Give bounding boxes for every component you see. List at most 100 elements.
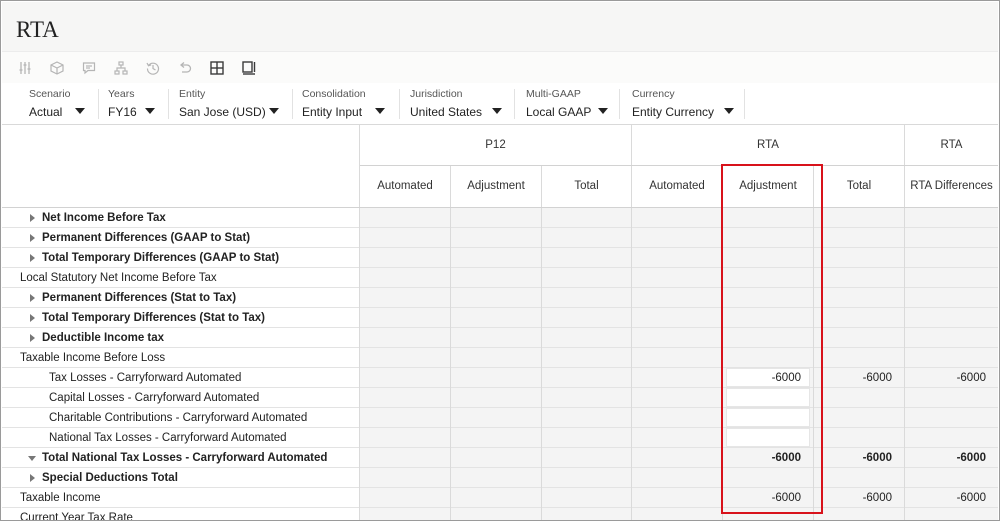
expand-icon[interactable] [30,254,35,262]
data-cell[interactable] [723,508,813,520]
pov-years[interactable]: Years FY16 [108,88,168,122]
data-cell[interactable]: -6000 [905,448,998,468]
expand-icon[interactable] [30,474,35,482]
data-cell[interactable]: -6000 [723,448,813,468]
collapse-icon[interactable] [28,456,36,461]
data-cell[interactable] [451,488,541,508]
data-cell[interactable] [814,308,904,328]
data-cell[interactable] [360,348,450,368]
data-cell[interactable] [723,288,813,308]
data-cell[interactable] [723,268,813,288]
data-cell[interactable] [632,448,722,468]
data-cell[interactable] [542,368,631,388]
data-cell[interactable] [723,408,813,428]
data-cell[interactable] [905,228,998,248]
data-cell[interactable] [360,448,450,468]
data-cell[interactable] [451,248,541,268]
expand-icon[interactable] [30,334,35,342]
data-cell[interactable] [632,428,722,448]
data-cell[interactable] [632,308,722,328]
data-cell[interactable] [360,488,450,508]
pov-entity[interactable]: Entity San Jose (USD) [179,88,294,122]
data-cell[interactable] [632,488,722,508]
data-cell[interactable] [723,248,813,268]
data-cell[interactable] [451,348,541,368]
data-cell[interactable] [905,328,998,348]
data-cell[interactable] [814,428,904,448]
data-cell[interactable] [360,228,450,248]
data-cell[interactable] [632,268,722,288]
data-cell[interactable] [814,508,904,520]
data-cell[interactable] [905,248,998,268]
data-cell[interactable] [905,428,998,448]
data-cell[interactable] [632,248,722,268]
chevron-down-icon[interactable] [269,108,279,114]
data-cell[interactable] [814,348,904,368]
data-cell[interactable] [542,388,631,408]
data-cell[interactable] [723,308,813,328]
data-cell[interactable] [632,228,722,248]
data-cell[interactable] [723,228,813,248]
expand-icon[interactable] [30,214,35,222]
history-icon[interactable] [146,61,160,75]
data-cell[interactable] [814,268,904,288]
expand-icon[interactable] [30,234,35,242]
data-cell[interactable] [723,428,813,448]
column-header[interactable]: Adjustment [723,165,813,207]
data-cell[interactable]: -6000 [814,448,904,468]
data-cell[interactable] [360,468,450,488]
data-cell[interactable] [451,428,541,448]
data-cell[interactable] [451,468,541,488]
chevron-down-icon[interactable] [598,108,608,114]
column-header[interactable]: Automated [360,165,450,207]
data-cell[interactable] [905,388,998,408]
data-cell[interactable] [451,288,541,308]
data-cell[interactable] [814,328,904,348]
data-cell[interactable] [542,228,631,248]
data-cell[interactable]: -6000 [723,368,813,388]
column-header[interactable]: Adjustment [451,165,541,207]
data-cell[interactable] [723,328,813,348]
data-cell[interactable] [360,248,450,268]
data-cell[interactable] [360,428,450,448]
data-cell[interactable] [723,468,813,488]
data-cell[interactable] [451,508,541,520]
pov-multi-gaap[interactable]: Multi-GAAP Local GAAP [526,88,616,122]
data-cell[interactable] [814,408,904,428]
data-cell[interactable] [360,328,450,348]
data-cell[interactable] [632,208,722,228]
data-cell[interactable] [723,348,813,368]
data-cell[interactable] [542,348,631,368]
data-cell[interactable] [360,508,450,520]
cube-icon[interactable] [50,61,64,75]
comment-icon[interactable] [82,61,96,75]
data-cell[interactable] [542,288,631,308]
data-cell[interactable] [814,248,904,268]
data-cell[interactable]: -6000 [814,488,904,508]
chevron-down-icon[interactable] [492,108,502,114]
data-cell[interactable] [542,328,631,348]
data-cell[interactable] [905,508,998,520]
column-header[interactable]: Automated [632,165,722,207]
data-cell[interactable]: -6000 [723,488,813,508]
chevron-down-icon[interactable] [75,108,85,114]
data-cell[interactable] [451,208,541,228]
panel-icon[interactable] [242,61,256,75]
data-cell[interactable] [542,428,631,448]
chevron-down-icon[interactable] [145,108,155,114]
data-cell[interactable] [360,408,450,428]
data-cell[interactable] [814,208,904,228]
data-cell[interactable] [360,208,450,228]
column-header[interactable]: RTA Differences [905,165,998,207]
data-cell[interactable] [905,288,998,308]
data-cell[interactable]: -6000 [814,368,904,388]
data-cell[interactable] [905,268,998,288]
data-cell[interactable]: -6000 [905,488,998,508]
data-cell[interactable] [632,508,722,520]
column-header[interactable]: Total [542,165,631,207]
data-cell[interactable] [905,208,998,228]
grid-icon[interactable] [210,61,224,75]
data-cell[interactable] [632,368,722,388]
data-cell[interactable] [542,448,631,468]
data-cell[interactable] [814,388,904,408]
